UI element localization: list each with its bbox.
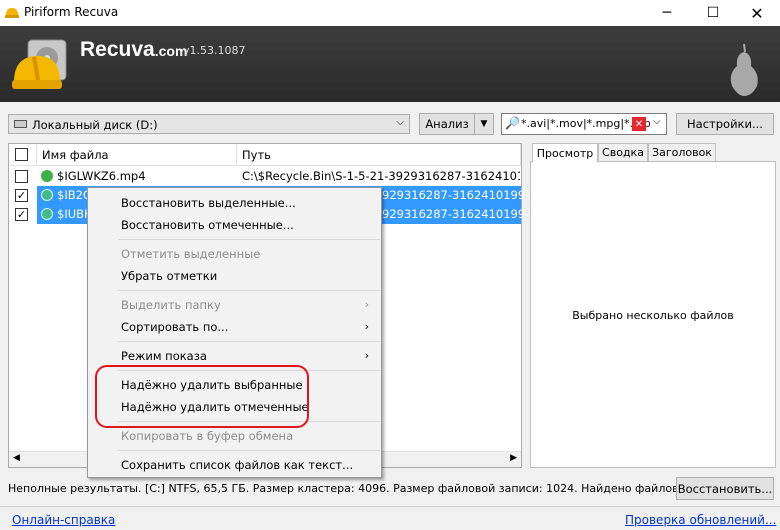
app-header: Recuva.com v1.53.1087	[0, 26, 780, 102]
status-text: Неполные результаты. [C:] NTFS, 65,5 ГБ.…	[8, 482, 745, 495]
menu-item-view-mode[interactable]: Режим показа ›	[88, 345, 381, 367]
column-header-path[interactable]: Путь	[237, 144, 521, 166]
select-all-checkbox[interactable]	[15, 148, 28, 161]
window-title: Piriform Recuva	[24, 5, 119, 19]
drive-select[interactable]: Локальный диск (D:) ⌵	[8, 114, 410, 134]
menu-item-label: Выделить папку	[121, 298, 221, 312]
menu-item-save-list-as-text[interactable]: Сохранить список файлов как текст...	[88, 454, 381, 476]
menu-item-uncheck-all[interactable]: Убрать отметки	[88, 265, 381, 287]
scroll-right-icon[interactable]: ▶	[510, 453, 517, 463]
menu-item-sort-by[interactable]: Сортировать по... ›	[88, 316, 381, 338]
menu-separator	[118, 290, 380, 291]
info-panel: Выбрано несколько файлов Просмотр Сводка…	[530, 143, 776, 468]
tab-preview[interactable]: Просмотр	[532, 143, 598, 163]
file-name: $IGLWKZ6.mp4	[57, 169, 146, 183]
recuva-app-icon	[4, 5, 20, 21]
file-name: $IB2C	[57, 188, 91, 202]
app-name: Recuva.com	[80, 38, 188, 61]
settings-button[interactable]: Настройки...	[676, 113, 774, 135]
file-path: 929316287-3162410199-17	[382, 188, 544, 202]
restore-button[interactable]: Восстановить...	[676, 477, 774, 500]
menu-separator	[118, 239, 380, 240]
search-icon: 🔎	[505, 116, 520, 130]
maximize-button[interactable]: ☐	[690, 0, 736, 26]
minimize-button[interactable]: ─	[644, 0, 690, 26]
preview-area: Выбрано несколько файлов	[530, 161, 776, 468]
menu-separator	[118, 341, 380, 342]
state-good-icon	[41, 189, 53, 201]
scroll-left-icon[interactable]: ◀	[13, 453, 20, 463]
scan-dropdown-button[interactable]: ▼	[474, 113, 494, 135]
menu-item-restore-checked[interactable]: Восстановить отмеченные...	[88, 214, 381, 236]
file-path: 929316287-3162410199-17	[382, 207, 544, 221]
context-menu: Восстановить выделенные... Восстановить …	[87, 187, 382, 478]
close-button[interactable]: ✕	[734, 0, 780, 26]
menu-item-label: Режим показа	[121, 349, 207, 363]
menu-separator	[118, 450, 380, 451]
scan-button[interactable]: Анализ	[419, 113, 475, 135]
chevron-down-icon: ⌵	[396, 117, 404, 128]
table-row[interactable]: $IGLWKZ6.mp4 C:\$Recycle.Bin\S-1-5-21-39…	[9, 167, 521, 186]
tab-header[interactable]: Заголовок	[648, 143, 716, 162]
check-updates-link[interactable]: Проверка обновлений...	[625, 513, 776, 527]
row-checkbox-checked[interactable]: ✓	[15, 189, 28, 202]
drive-icon	[14, 120, 27, 128]
chevron-down-icon[interactable]: ⌵	[653, 116, 661, 127]
menu-item-restore-selected[interactable]: Восстановить выделенные...	[88, 192, 381, 214]
submenu-arrow-icon: ›	[364, 298, 369, 311]
filter-input[interactable]: 🔎 *.avi|*.mov|*.mpg|*.mp ✕ ⌵	[501, 113, 667, 135]
app-version: v1.53.1087	[183, 44, 246, 57]
row-checkbox[interactable]	[15, 170, 28, 183]
state-good-icon	[41, 170, 53, 182]
menu-item-label: Сортировать по...	[121, 320, 229, 334]
recuva-logo-icon	[12, 36, 74, 94]
online-help-link[interactable]: Онлайн-справка	[12, 513, 115, 527]
row-checkbox-checked[interactable]: ✓	[15, 208, 28, 221]
submenu-arrow-icon: ›	[364, 349, 369, 362]
menu-item-copy-to-clipboard[interactable]: Копировать в буфер обмена	[88, 425, 381, 447]
state-good-icon	[41, 208, 53, 220]
tab-summary[interactable]: Сводка	[598, 143, 648, 162]
highlight-annotation	[95, 365, 309, 428]
menu-item-check-selected[interactable]: Отметить выделенные	[88, 243, 381, 265]
preview-message: Выбрано несколько файлов	[572, 309, 734, 322]
piriform-pear-logo-icon	[722, 38, 766, 98]
select-all-header[interactable]	[9, 144, 37, 166]
title-bar: Piriform Recuva ─ ☐ ✕	[0, 0, 780, 26]
menu-item-select-folder[interactable]: Выделить папку ›	[88, 294, 381, 316]
submenu-arrow-icon: ›	[364, 320, 369, 333]
clear-filter-icon[interactable]: ✕	[632, 117, 646, 131]
footer-divider	[0, 506, 780, 507]
drive-select-value: Локальный диск (D:)	[32, 118, 158, 132]
column-header-name[interactable]: Имя файла	[37, 144, 237, 166]
file-path: C:\$Recycle.Bin\S-1-5-21-3929316287-3162…	[242, 169, 520, 183]
